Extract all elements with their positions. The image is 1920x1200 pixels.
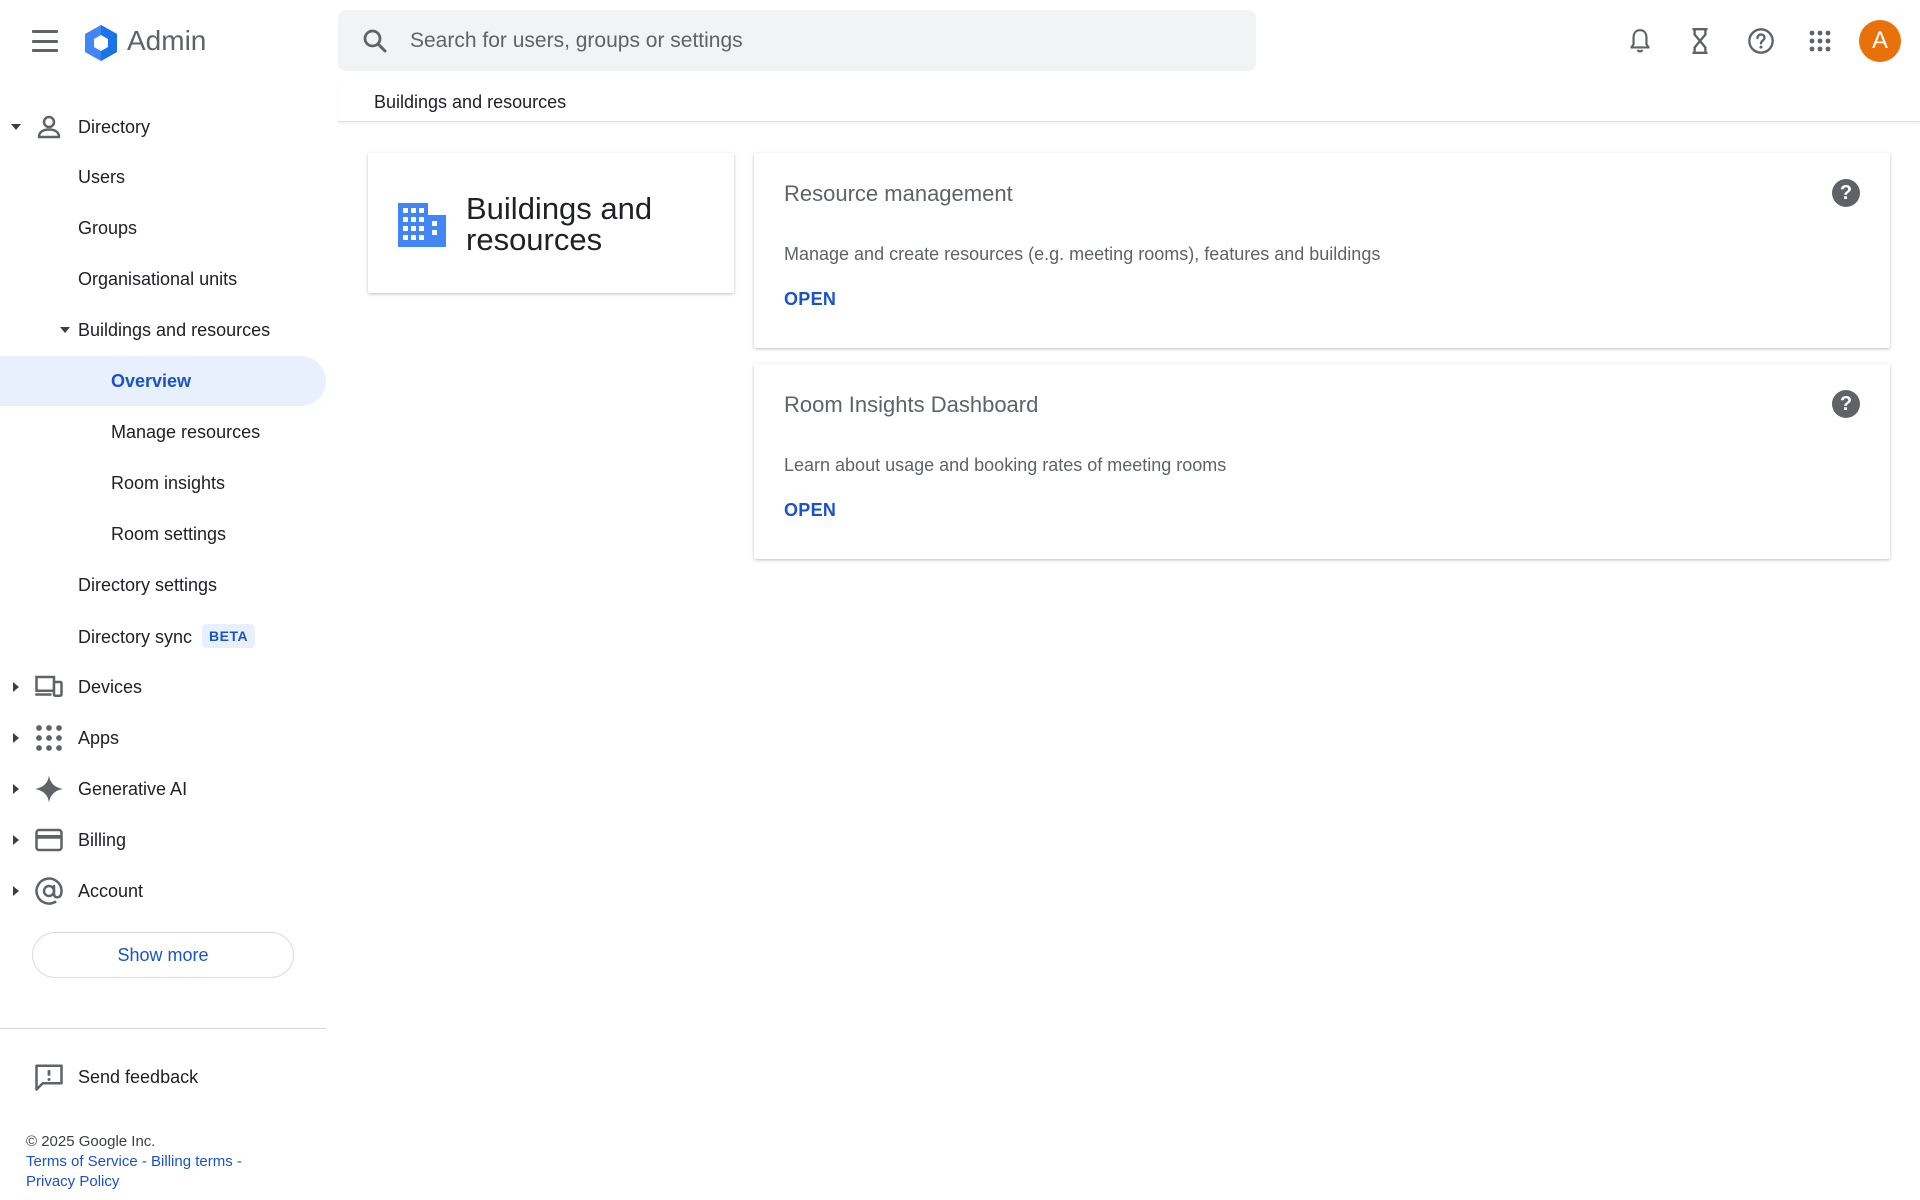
sidebar-divider xyxy=(0,1028,326,1029)
person-icon xyxy=(37,115,61,139)
sidebar-item-org-units[interactable]: Organisational units xyxy=(0,254,326,304)
sidebar-item-label: Manage resources xyxy=(111,421,261,442)
credit-card-icon xyxy=(35,828,63,852)
sidebar-item-label: Overview xyxy=(111,370,192,391)
tasks-hourglass-icon[interactable] xyxy=(1675,16,1725,66)
building-icon xyxy=(398,203,446,247)
chevron-right-icon[interactable] xyxy=(13,784,19,794)
top-bar: Admin A xyxy=(0,0,1920,82)
apps-grid-icon xyxy=(36,725,62,751)
main-menu-icon[interactable] xyxy=(26,26,64,56)
sidebar-item-label: Devices xyxy=(78,676,143,697)
at-sign-icon xyxy=(35,877,63,905)
sidebar-item-label: Organisational units xyxy=(78,268,238,289)
account-avatar[interactable]: A xyxy=(1859,20,1901,62)
devices-icon xyxy=(35,675,63,697)
send-feedback-label: Send feedback xyxy=(78,1066,199,1087)
sidebar-item-label: Room settings xyxy=(111,523,227,544)
sidebar-item-directory[interactable]: Directory xyxy=(0,102,326,152)
room-insights-dashboard-card: Room Insights Dashboard ? Learn about us… xyxy=(754,364,1890,559)
chevron-down-icon[interactable] xyxy=(11,124,21,130)
sidebar-item-label: Account xyxy=(78,880,144,901)
notifications-bell-icon[interactable] xyxy=(1615,16,1665,66)
admin-logo-icon xyxy=(85,25,117,61)
sidebar-item-directory-settings[interactable]: Directory settings xyxy=(0,560,326,610)
footer-links: Terms of Service - Billing terms - Priva… xyxy=(26,1152,286,1192)
sidebar-item-label: Generative AI xyxy=(78,778,188,799)
breadcrumb-current: Buildings and resources xyxy=(374,92,567,112)
sidebar-item-apps[interactable]: Apps xyxy=(0,713,326,763)
sidebar-item-label: Billing xyxy=(78,829,127,850)
billing-terms-link[interactable]: Billing terms xyxy=(151,1153,233,1170)
chevron-right-icon[interactable] xyxy=(13,886,19,896)
sidebar-item-buildings[interactable]: Buildings and resources xyxy=(0,305,326,355)
beta-badge: BETA xyxy=(202,624,256,648)
footer-separator: - xyxy=(232,1153,242,1170)
card-description: Learn about usage and booking rates of m… xyxy=(784,455,1227,475)
resource-management-card: Resource management ? Manage and create … xyxy=(754,153,1890,348)
open-resource-management-button[interactable]: OPEN xyxy=(784,289,836,310)
chevron-right-icon[interactable] xyxy=(13,835,19,845)
sidebar-item-devices[interactable]: Devices xyxy=(0,662,326,712)
sidebar-item-label: Directory xyxy=(78,116,151,137)
chevron-right-icon[interactable] xyxy=(13,733,19,743)
chevron-right-icon[interactable] xyxy=(13,682,19,692)
sidebar-item-account[interactable]: Account xyxy=(0,866,326,916)
send-feedback-button[interactable]: Send feedback xyxy=(0,1052,326,1102)
sidebar-item-label: Groups xyxy=(78,217,138,238)
help-icon[interactable] xyxy=(1736,16,1786,66)
sidebar-item-directory-sync[interactable]: Directory sync BETA xyxy=(0,611,326,661)
search-input[interactable] xyxy=(410,28,1230,53)
sidebar-item-label: Room insights xyxy=(111,472,226,493)
sidebar-item-label: Apps xyxy=(78,727,120,748)
page-title-card: Buildings and resources xyxy=(368,153,734,293)
breadcrumb: Buildings and resources xyxy=(338,82,1920,122)
feedback-icon xyxy=(35,1064,63,1091)
sidebar-item-label: Buildings and resources xyxy=(78,319,271,340)
search-icon[interactable] xyxy=(360,26,390,56)
sidebar-item-overview[interactable]: Overview xyxy=(0,356,326,406)
sidebar-item-generative-ai[interactable]: Generative AI xyxy=(0,764,326,814)
show-more-button[interactable]: Show more xyxy=(32,932,294,978)
footer-separator: - xyxy=(137,1153,152,1170)
search-bar[interactable] xyxy=(338,10,1256,71)
chevron-down-icon[interactable] xyxy=(60,327,70,333)
apps-grid-icon[interactable] xyxy=(1795,16,1845,66)
directory-sync-label: Directory sync xyxy=(78,627,193,647)
sidebar-item-room-insights[interactable]: Room insights xyxy=(0,458,326,508)
sidebar-item-manage-resources[interactable]: Manage resources xyxy=(0,407,326,457)
help-circle-icon[interactable]: ? xyxy=(1832,179,1860,207)
open-room-insights-button[interactable]: OPEN xyxy=(784,500,836,521)
card-description: Manage and create resources (e.g. meetin… xyxy=(784,244,1381,264)
help-circle-icon[interactable]: ? xyxy=(1832,390,1860,418)
sidebar-item-label: Directory sync BETA xyxy=(78,624,256,648)
sidebar: Directory Users Groups Organisational un… xyxy=(0,100,326,1200)
page-title: Buildings and resources xyxy=(466,191,653,257)
copyright-text: © 2025 Google Inc. xyxy=(26,1133,156,1150)
app-title[interactable]: Admin xyxy=(127,24,206,58)
sidebar-item-room-settings[interactable]: Room settings xyxy=(0,509,326,559)
sidebar-item-label: Directory settings xyxy=(78,574,218,595)
sidebar-item-groups[interactable]: Groups xyxy=(0,203,326,253)
sidebar-item-label: Users xyxy=(78,166,126,187)
sidebar-item-users[interactable]: Users xyxy=(0,152,326,202)
terms-of-service-link[interactable]: Terms of Service xyxy=(26,1153,138,1170)
sparkle-icon xyxy=(35,775,63,803)
privacy-policy-link[interactable]: Privacy Policy xyxy=(26,1173,119,1190)
card-title: Resource management xyxy=(784,181,1013,206)
sidebar-item-billing[interactable]: Billing xyxy=(0,815,326,865)
card-title: Room Insights Dashboard xyxy=(784,392,1039,417)
